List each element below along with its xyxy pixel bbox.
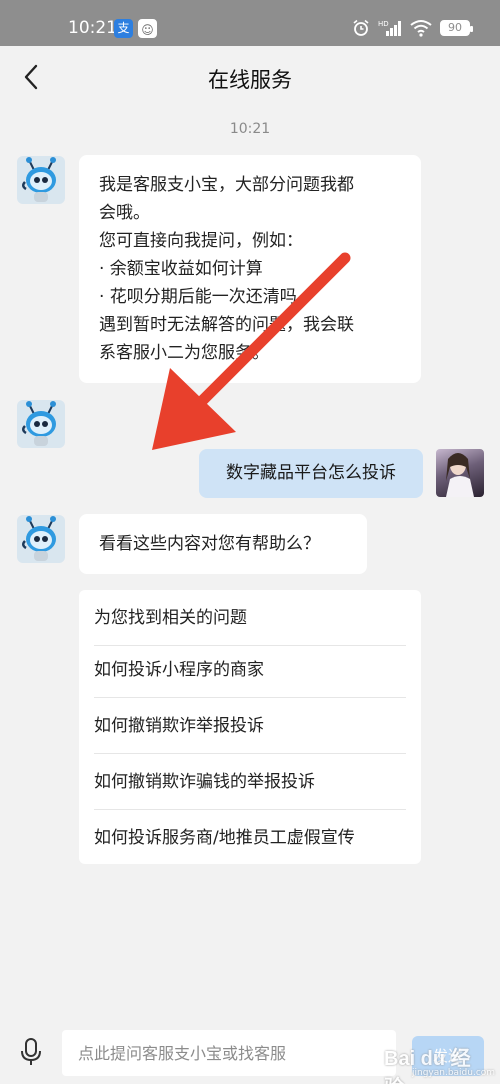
intro-line: 我是客服支小宝，大部分问题我都 (99, 175, 354, 195)
status-time: 10:21 (68, 18, 117, 38)
robot-ant-icon (22, 516, 56, 561)
suggestion-card: 为您找到相关的问题 如何投诉小程序的商家 如何撤销欺诈举报投诉 如何撤销欺诈骗钱… (79, 590, 421, 864)
robot-ant-icon (22, 157, 56, 202)
battery-icon: 90 (440, 20, 473, 36)
intro-line: 遇到暂时无法解答的问题，我会联 (99, 315, 354, 335)
send-button[interactable]: 发送 (412, 1036, 484, 1076)
intro-line: 您可直接向我提问，例如： (99, 231, 303, 251)
intro-line: · 花呗分期后能一次还清吗 (99, 287, 297, 307)
suggestion-header: 为您找到相关的问题 (94, 590, 406, 646)
suggestion-item[interactable]: 如何投诉小程序的商家 (94, 642, 406, 698)
app-notification-icon: ☺ (138, 19, 157, 38)
svg-text:HD: HD (378, 20, 389, 28)
bot-intro-message: 我是客服支小宝，大部分问题我都 会哦。 您可直接向我提问，例如： · 余额宝收益… (79, 155, 421, 383)
status-indicators: HD 90 (352, 19, 473, 37)
bot-avatar[interactable] (17, 400, 65, 448)
suggestion-item[interactable]: 如何撤销欺诈举报投诉 (94, 698, 406, 754)
signal-icon: HD (378, 20, 401, 36)
suggestion-item[interactable]: 如何撤销欺诈骗钱的举报投诉 (94, 754, 406, 810)
intro-line: 系客服小二为您服务。 (99, 343, 269, 363)
intro-line: 会哦。 (99, 203, 150, 223)
robot-ant-icon (22, 401, 56, 446)
chat-timestamp: 10:21 (229, 121, 271, 137)
bot-avatar[interactable] (17, 515, 65, 563)
bot-question-message: 看看这些内容对您有帮助么？ (79, 514, 367, 574)
user-avatar[interactable] (436, 449, 484, 497)
wifi-icon (410, 20, 432, 37)
suggestion-item[interactable]: 如何投诉服务商/地推员工虚假宣传 (94, 810, 406, 866)
bot-avatar[interactable] (17, 156, 65, 204)
title-bar: 在线服务 (0, 46, 500, 108)
microphone-icon[interactable] (18, 1037, 44, 1067)
status-bar: 10:21 支 ☺ HD 90 (0, 0, 500, 46)
alarm-icon (353, 19, 369, 36)
page-title: 在线服务 (208, 68, 292, 92)
question-input[interactable] (62, 1030, 396, 1076)
input-bar: 发送 (0, 1010, 500, 1084)
intro-line: · 余额宝收益如何计算 (99, 259, 263, 279)
user-message: 数字藏品平台怎么投诉 (199, 449, 423, 498)
alipay-notification-icon: 支 (114, 19, 133, 38)
user-photo-icon (446, 453, 474, 497)
